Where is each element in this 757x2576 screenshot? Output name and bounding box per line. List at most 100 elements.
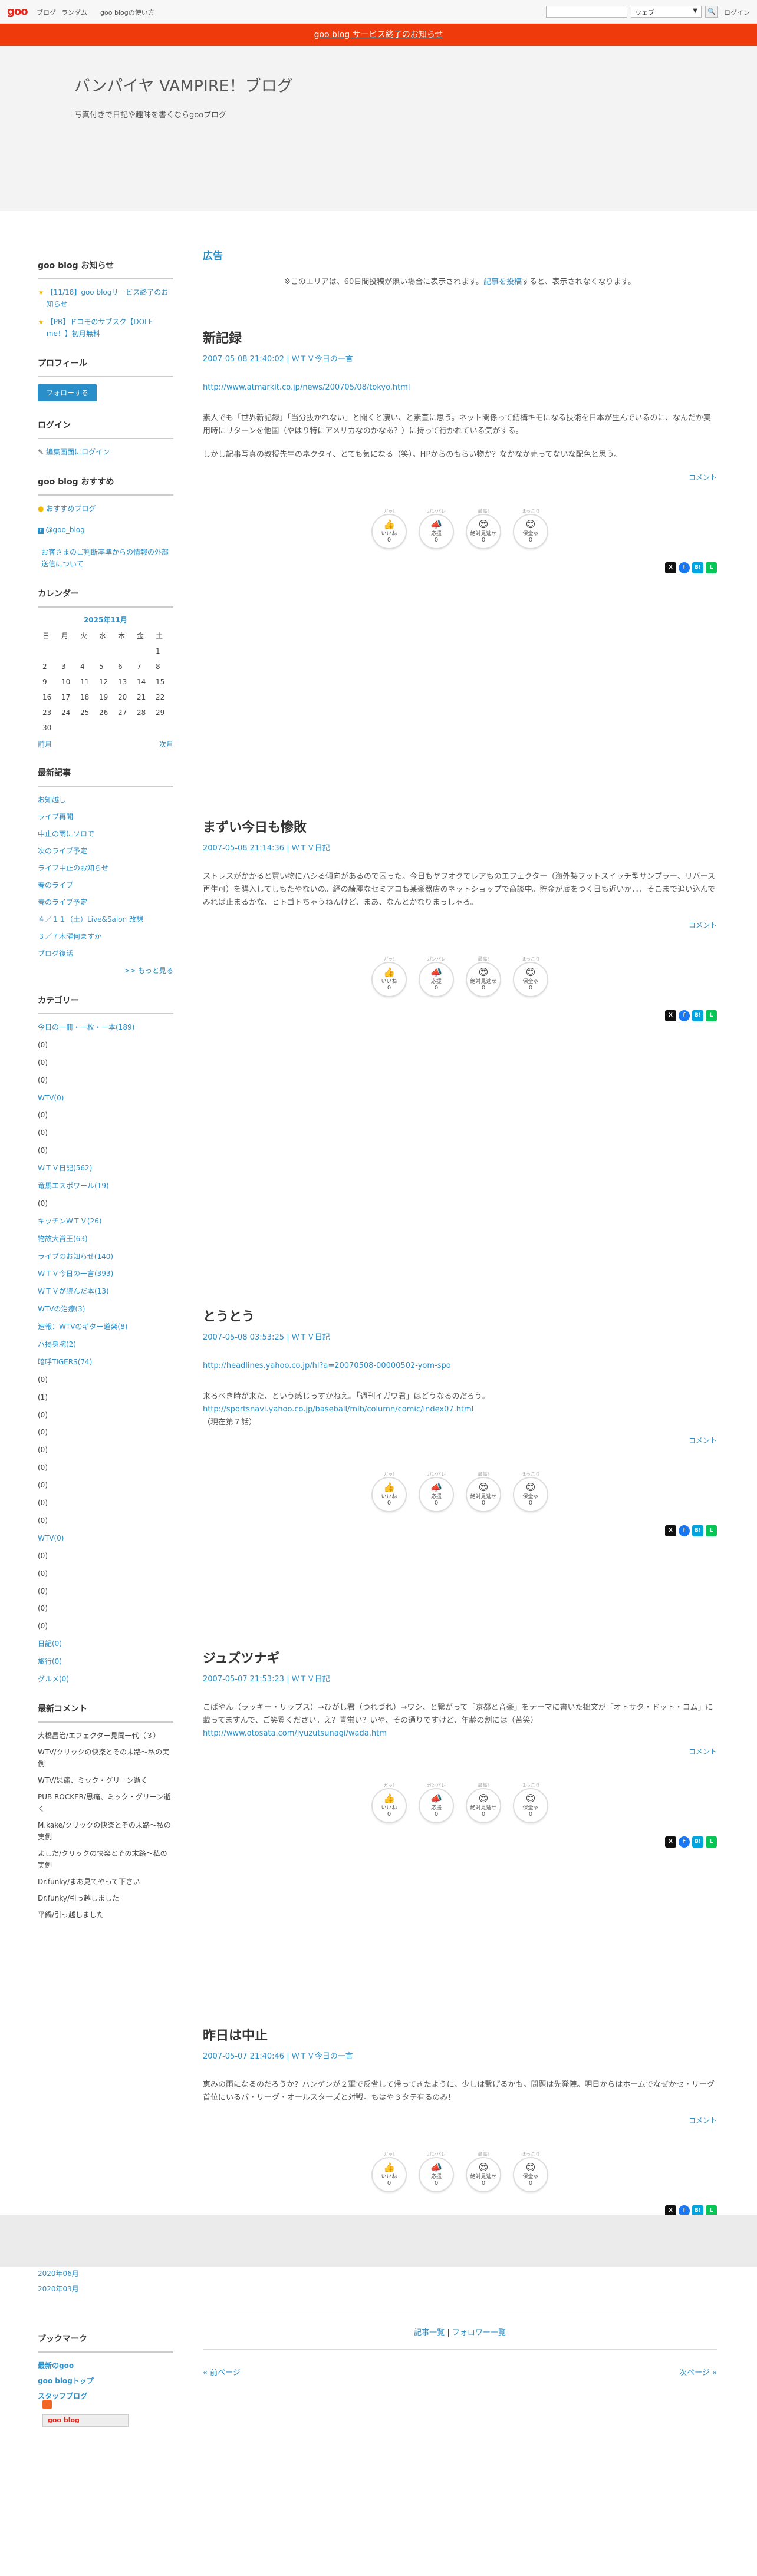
recent-item[interactable]: ４／１１（土）Live&Salon 改想: [38, 913, 173, 925]
recent-link[interactable]: 中止の雨にソロで: [38, 830, 94, 838]
category-item[interactable]: ＷＴＶ今日の一言(393): [38, 1268, 173, 1279]
line-share-icon[interactable]: L: [706, 1525, 717, 1536]
comment-link[interactable]: Dr.funky/まあ見てやって下さい: [38, 1878, 140, 1886]
category-item[interactable]: (0): [38, 1444, 173, 1456]
calendar-day[interactable]: 15: [151, 674, 170, 690]
entry-category[interactable]: ＷＴＶ日記: [292, 1333, 330, 1342]
reaction-circle[interactable]: 😊 保全ゃ 0: [513, 1788, 548, 1823]
category-item[interactable]: 今日の一冊・一枚・一本(189): [38, 1021, 173, 1033]
comment-link[interactable]: M.kake/クリックの快楽とその末路〜私の実例: [38, 1821, 171, 1841]
bookmark-link[interactable]: 最新のgoo: [38, 2361, 74, 2370]
category-item[interactable]: (0): [38, 1602, 173, 1614]
topnav-random[interactable]: ランダム: [61, 8, 87, 17]
entry-title[interactable]: とうとう: [203, 1306, 717, 1325]
category-item[interactable]: (1): [38, 1391, 173, 1403]
reaction-circle[interactable]: 📣 応援 0: [419, 514, 454, 549]
category-link[interactable]: ハ掲身腕(2): [38, 1340, 76, 1348]
calendar-day[interactable]: 20: [113, 690, 132, 705]
login-link[interactable]: ログイン: [724, 8, 750, 17]
archive-item[interactable]: 2020年06月: [38, 2268, 173, 2280]
comment-link[interactable]: よしだ/クリックの快楽とその末路〜私の実例: [38, 1849, 167, 1869]
recent-link[interactable]: ４／１１（土）Live&Salon 改想: [38, 915, 143, 923]
x-share-icon[interactable]: X: [665, 1525, 676, 1536]
reaction-circle[interactable]: 👍 いいね 0: [371, 2157, 407, 2192]
comment-item[interactable]: 平鍋/引っ越しました: [38, 1909, 173, 1921]
category-item[interactable]: (0): [38, 1550, 173, 1562]
category-item[interactable]: (0): [38, 1374, 173, 1386]
category-link[interactable]: (0): [38, 1587, 48, 1595]
entry-category[interactable]: ＷＴＶ日記: [292, 844, 330, 853]
news-item[interactable]: ★ 【11/18】goo blogサービス終了のお知らせ: [38, 286, 173, 310]
news-item[interactable]: ★ 【PR】ドコモのサブスク【DOLF me！】初月無料: [38, 316, 173, 339]
recent-item[interactable]: お知越し: [38, 794, 173, 806]
reaction-circle[interactable]: 😊 保全ゃ 0: [513, 514, 548, 549]
hatena-share-icon[interactable]: B!: [692, 1525, 703, 1536]
calendar-day[interactable]: 12: [94, 674, 113, 690]
category-link[interactable]: (0): [38, 1604, 48, 1612]
category-item[interactable]: 速報：WTVのギター道楽(8): [38, 1321, 173, 1332]
recommend-link[interactable]: おすすめブログ: [46, 504, 96, 513]
search-scope-select[interactable]: ウェブ ▼: [631, 6, 702, 18]
category-item[interactable]: (0): [38, 1144, 173, 1156]
category-item[interactable]: (0): [38, 1515, 173, 1526]
bookmark-item[interactable]: 最新のgoo: [38, 2360, 173, 2371]
reaction-circle[interactable]: 📣 応援 0: [419, 1788, 454, 1823]
recent-item[interactable]: ３／７木曜何ますか: [38, 931, 173, 942]
bookmark-item[interactable]: スタッフブログ: [38, 2390, 173, 2402]
reaction-button[interactable]: 最高! 😍 絶対見逃せ 0: [466, 956, 501, 997]
category-link[interactable]: ＷＴＶ今日の一言(393): [38, 1269, 113, 1278]
recent-link[interactable]: ライブ再開: [38, 813, 73, 821]
entry-date[interactable]: 2007-05-08 21:40:02: [203, 355, 284, 364]
category-link[interactable]: (0): [38, 1058, 48, 1067]
x-share-icon[interactable]: X: [665, 1836, 676, 1848]
comment-item[interactable]: Dr.funky/まあ見てやって下さい: [38, 1876, 173, 1888]
news-item-link[interactable]: 【PR】ドコモのサブスク【DOLF me！】初月無料: [47, 316, 173, 339]
reaction-button[interactable]: ガッ! 👍 いいね 0: [371, 2151, 407, 2192]
article-list-link[interactable]: 記事一覧: [414, 2328, 445, 2337]
topnav-howto[interactable]: goo blogの使い方: [100, 8, 154, 17]
reaction-button[interactable]: ガンバレ 📣 応援 0: [419, 2151, 454, 2192]
calendar-day[interactable]: 11: [75, 674, 94, 690]
category-link[interactable]: WTV(0): [38, 1094, 64, 1102]
recent-link[interactable]: ３／７木曜何ますか: [38, 932, 101, 941]
recommend-item[interactable]: ● おすすめブログ: [38, 503, 173, 514]
category-link[interactable]: (0): [38, 1552, 48, 1560]
entry-title[interactable]: 新記録: [203, 328, 717, 347]
category-item[interactable]: 旅行(0): [38, 1655, 173, 1667]
category-item[interactable]: (0): [38, 1109, 173, 1121]
archive-link[interactable]: 2020年06月: [38, 2270, 79, 2278]
calendar-day[interactable]: 30: [38, 720, 57, 735]
x-share-icon[interactable]: X: [665, 1010, 676, 1021]
prev-page-link[interactable]: « 前ページ: [203, 2366, 241, 2377]
category-item[interactable]: ＷＴＶ日記(562): [38, 1162, 173, 1174]
category-link[interactable]: (0): [38, 1376, 48, 1384]
category-link[interactable]: (0): [38, 1041, 48, 1049]
calendar-day[interactable]: 25: [75, 705, 94, 720]
follower-list-link[interactable]: フォロワー一覧: [452, 2328, 506, 2337]
category-link[interactable]: 旅行(0): [38, 1657, 62, 1665]
post-article-link[interactable]: 記事を投稿: [483, 278, 522, 286]
category-link[interactable]: 物故大賞王(63): [38, 1235, 88, 1243]
category-link[interactable]: ライブのお知らせ(140): [38, 1252, 113, 1261]
entry-link[interactable]: http://www.atmarkit.co.jp/news/200705/08…: [203, 383, 410, 392]
entry-link[interactable]: http://headlines.yahoo.co.jp/hl?a=200705…: [203, 1361, 451, 1370]
bookmark-item[interactable]: goo blogトップ: [38, 2375, 173, 2387]
category-link[interactable]: 今日の一冊・一枚・一本(189): [38, 1023, 134, 1031]
category-link[interactable]: (0): [38, 1111, 48, 1119]
comment-link[interactable]: 平鍋/引っ越しました: [38, 1911, 104, 1919]
category-item[interactable]: (0): [38, 1127, 173, 1139]
goo-logo[interactable]: goo: [7, 5, 28, 18]
hatena-share-icon[interactable]: B!: [692, 1010, 703, 1021]
recent-link[interactable]: 春のライブ: [38, 881, 73, 889]
reaction-circle[interactable]: 📣 応援 0: [419, 1477, 454, 1512]
category-item[interactable]: ＷＴＶが読んだ本(13): [38, 1285, 173, 1297]
category-link[interactable]: 暗呼TIGERS(74): [38, 1358, 92, 1366]
reaction-button[interactable]: ほっこり 😊 保全ゃ 0: [513, 956, 548, 997]
category-link[interactable]: (0): [38, 1516, 48, 1525]
entry-category[interactable]: ＷＴＶ今日の一言: [292, 355, 353, 364]
category-item[interactable]: (0): [38, 1426, 173, 1438]
category-link[interactable]: (1): [38, 1393, 48, 1401]
x-share-icon[interactable]: X: [665, 562, 676, 573]
recent-item[interactable]: 春のライブ: [38, 879, 173, 891]
recent-link[interactable]: お知越し: [38, 796, 66, 804]
